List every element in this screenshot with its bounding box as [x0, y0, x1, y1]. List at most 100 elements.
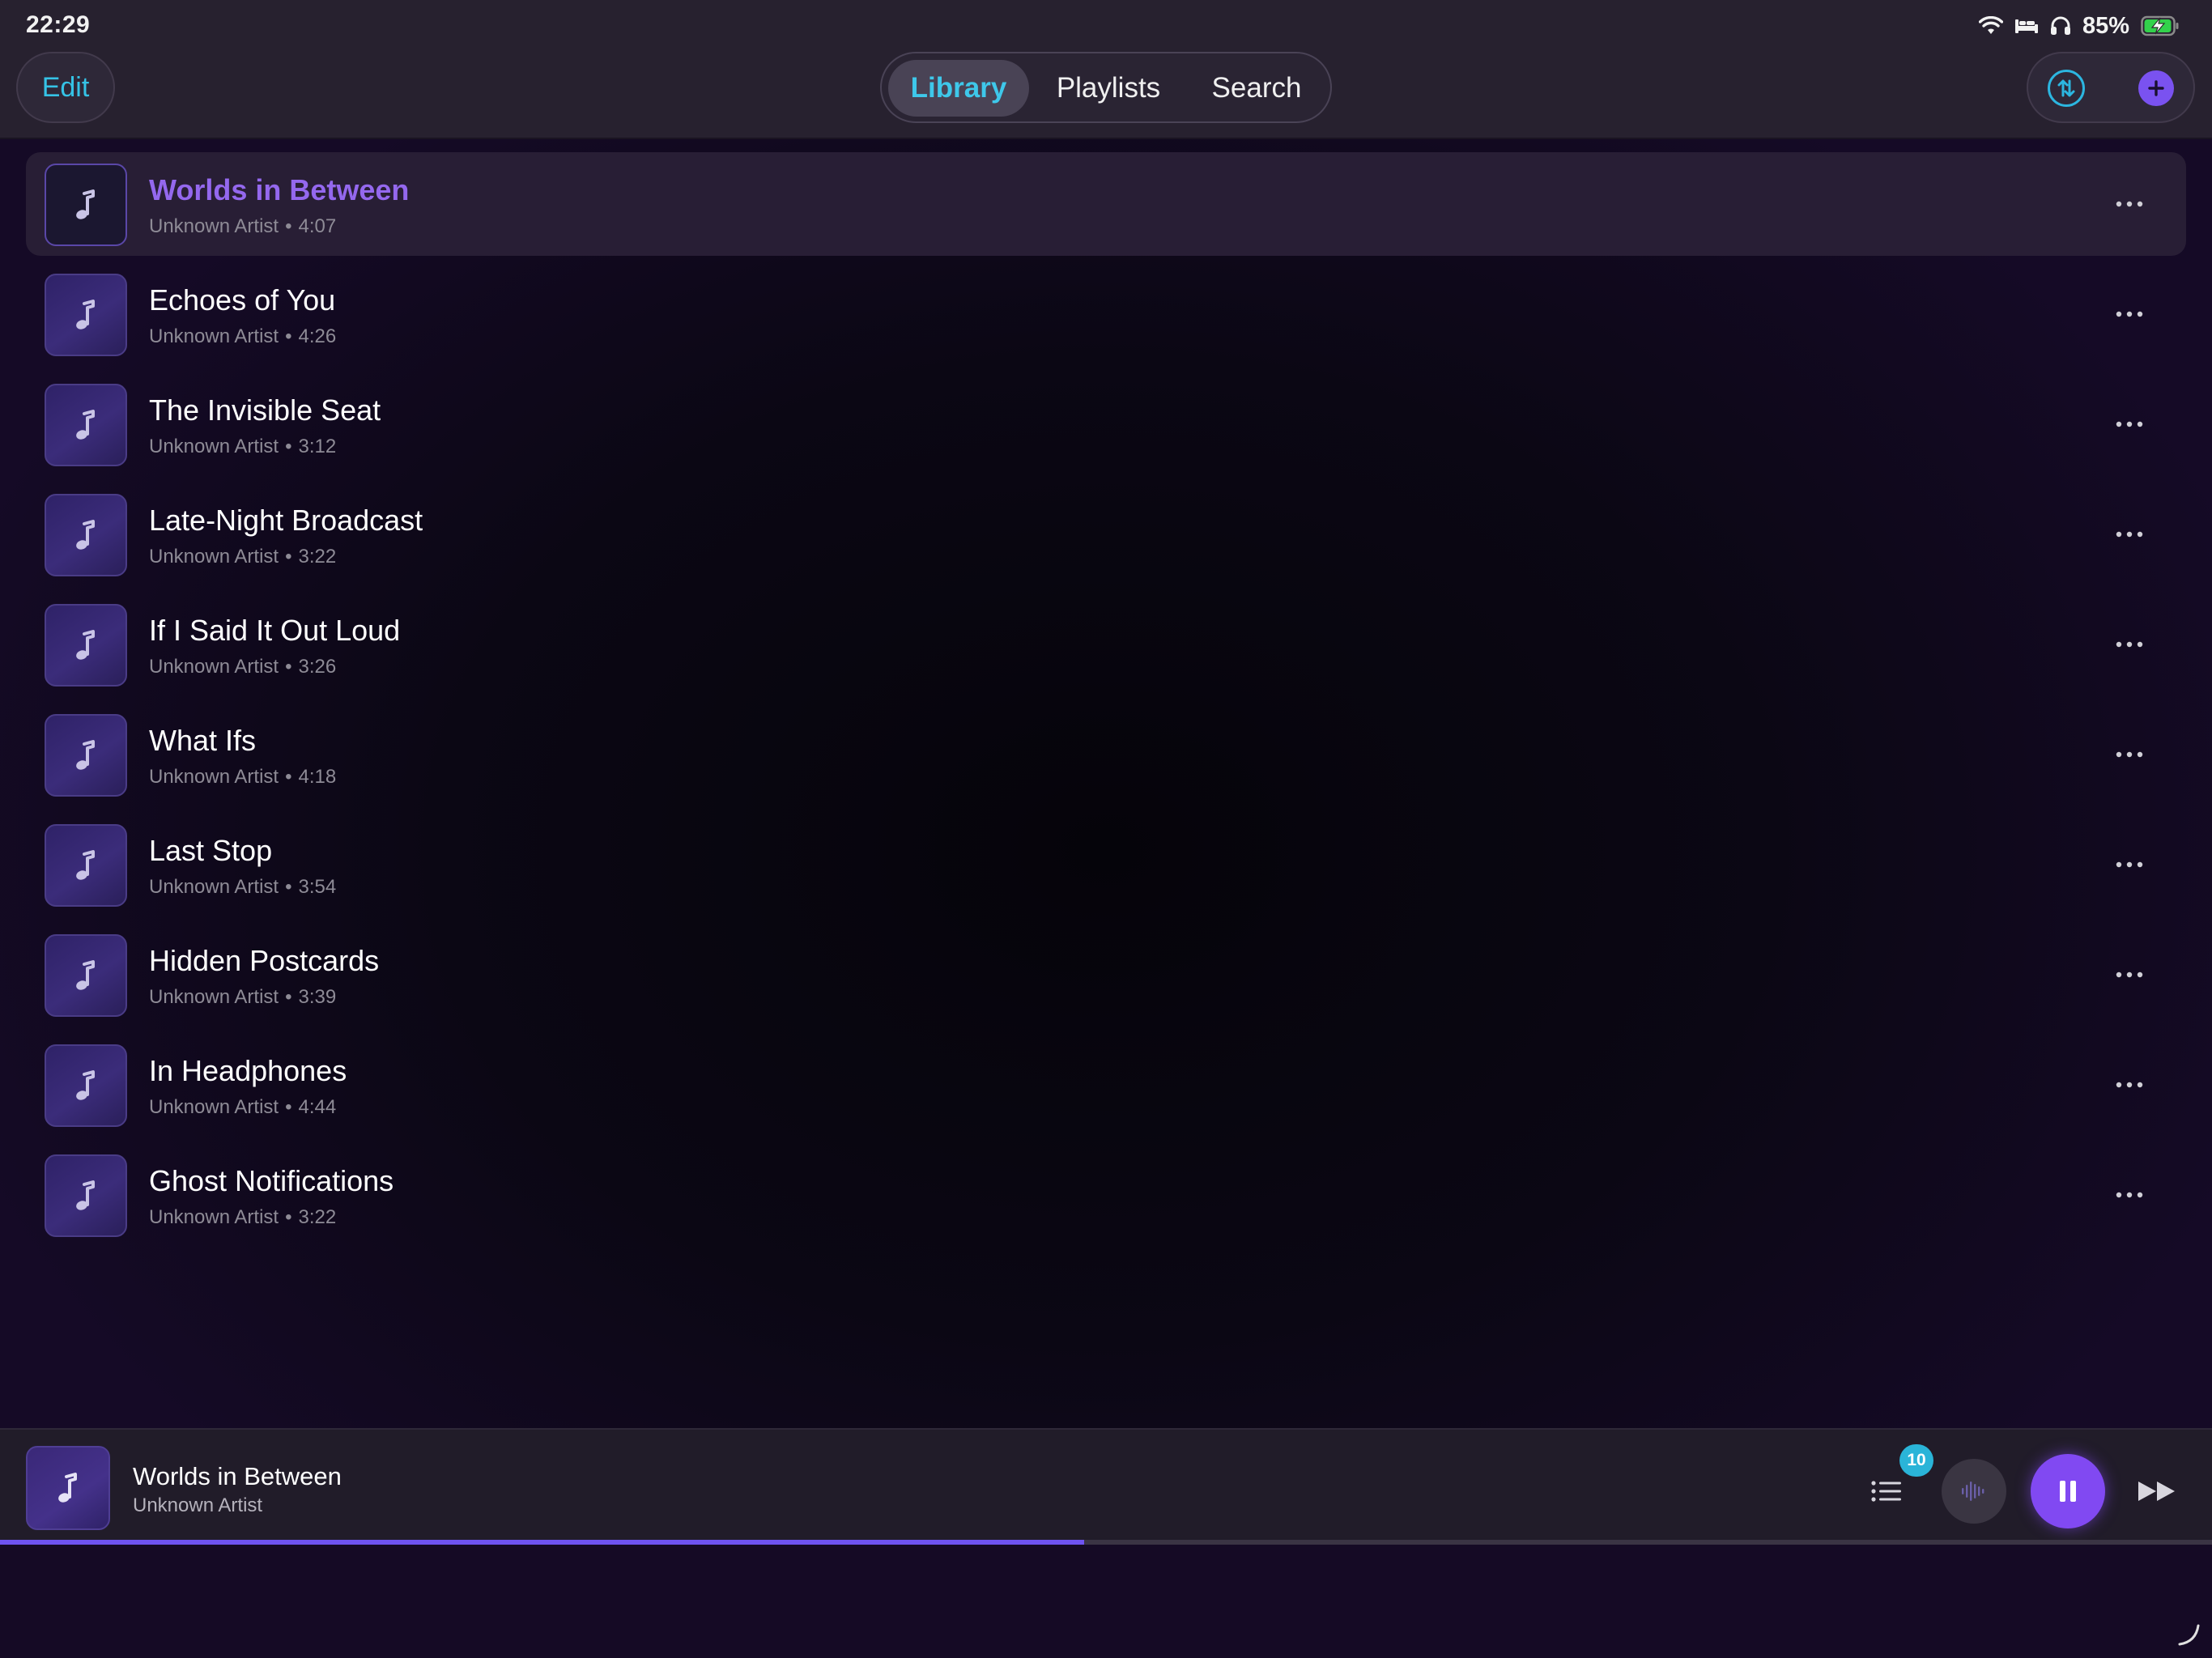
track-meta: Unknown Artist • 4:26 [149, 325, 336, 348]
meta-separator: • [285, 546, 292, 568]
track-row[interactable]: What Ifs Unknown Artist • 4:18 [0, 699, 2212, 810]
track-duration: 3:39 [298, 986, 337, 1008]
mini-player[interactable]: Worlds in Between Unknown Artist 10 [0, 1428, 2212, 1541]
track-artwork [45, 604, 127, 687]
track-title: Hidden Postcards [149, 944, 380, 977]
music-note-icon [76, 1180, 95, 1210]
ellipsis-icon [2116, 1082, 2143, 1088]
track-artist: Unknown Artist [149, 215, 279, 237]
meta-separator: • [285, 436, 292, 457]
music-note-icon [76, 410, 95, 440]
waveform-icon [1962, 1482, 1984, 1501]
list-icon [1871, 1481, 1901, 1502]
sort-arrows-icon [2057, 79, 2075, 97]
skip-forward-button[interactable] [2136, 1477, 2178, 1506]
music-note-icon [76, 630, 95, 660]
track-title: Echoes of You [149, 283, 336, 317]
track-artwork [45, 494, 127, 576]
meta-separator: • [285, 215, 292, 237]
track-artwork [45, 164, 127, 246]
track-meta: Unknown Artist • 3:39 [149, 986, 336, 1009]
ellipsis-icon [2116, 311, 2143, 317]
track-meta: Unknown Artist • 4:44 [149, 1096, 336, 1119]
track-row[interactable]: Echoes of You Unknown Artist • 4:26 [0, 259, 2212, 369]
ellipsis-icon [2116, 751, 2143, 758]
now-playing-title[interactable]: Worlds in Between [133, 1462, 342, 1491]
track-row[interactable]: Worlds in Between Unknown Artist • 4:07 [0, 149, 2212, 259]
track-artist: Unknown Artist [149, 436, 279, 457]
now-playing-artwork[interactable] [26, 1446, 110, 1530]
track-artwork [45, 384, 127, 466]
track-duration: 4:44 [298, 1096, 337, 1118]
track-row[interactable]: Late-Night Broadcast Unknown Artist • 3:22 [0, 479, 2212, 589]
pause-icon [2060, 1481, 2076, 1502]
music-note-icon [76, 740, 95, 770]
pause-button[interactable] [2031, 1454, 2105, 1528]
meta-separator: • [285, 766, 292, 788]
track-duration: 4:07 [298, 215, 337, 237]
track-duration: 3:26 [298, 656, 337, 678]
more-options-button[interactable] [2105, 411, 2154, 437]
meta-separator: • [285, 986, 292, 1008]
more-options-button[interactable] [2105, 521, 2154, 547]
track-artist: Unknown Artist [149, 1206, 279, 1228]
more-options-button[interactable] [2105, 301, 2154, 327]
more-options-button[interactable] [2105, 1182, 2154, 1208]
add-button[interactable] [2138, 70, 2174, 106]
tab-playlists[interactable]: Playlists [1037, 60, 1180, 117]
wifi-icon [1978, 16, 2003, 36]
track-meta: Unknown Artist • 3:26 [149, 656, 336, 678]
queue-button[interactable] [1869, 1475, 1904, 1507]
track-duration: 4:18 [298, 766, 337, 788]
track-artist: Unknown Artist [149, 1096, 279, 1118]
tab-search[interactable]: Search [1189, 60, 1324, 117]
track-row[interactable]: If I Said It Out Loud Unknown Artist • 3:2… [0, 589, 2212, 699]
visualizer-button[interactable] [1942, 1459, 2006, 1524]
more-options-button[interactable] [2105, 191, 2154, 217]
view-segmented-control: Library Playlists Search [880, 52, 1332, 123]
track-duration: 3:12 [298, 436, 337, 457]
track-artist: Unknown Artist [149, 546, 279, 568]
track-row[interactable]: The Invisible Seat Unknown Artist • 3:12 [0, 369, 2212, 479]
more-options-button[interactable] [2105, 852, 2154, 878]
track-row[interactable]: Hidden Postcards Unknown Artist • 3:39 [0, 920, 2212, 1030]
track-title: Ghost Notifications [149, 1164, 394, 1197]
track-artwork [45, 1154, 127, 1237]
track-title: Worlds in Between [149, 173, 410, 206]
track-artwork [45, 714, 127, 797]
meta-separator: • [285, 876, 292, 898]
ellipsis-icon [2116, 421, 2143, 427]
more-options-button[interactable] [2105, 1072, 2154, 1098]
music-note-icon [76, 300, 95, 329]
track-row[interactable]: In Headphones Unknown Artist • 4:44 [0, 1030, 2212, 1140]
track-title: The Invisible Seat [149, 393, 381, 427]
track-artwork [45, 274, 127, 356]
meta-separator: • [285, 1206, 292, 1228]
queue-count-badge: 10 [1899, 1444, 1933, 1477]
tab-library[interactable]: Library [888, 60, 1029, 117]
track-title: Last Stop [149, 834, 273, 867]
more-options-button[interactable] [2105, 631, 2154, 657]
track-artist: Unknown Artist [149, 325, 279, 347]
top-bar: 22:29 85% Edit Library Playlists Search [0, 0, 2212, 139]
track-artwork [45, 1044, 127, 1127]
track-title: What Ifs [149, 724, 257, 757]
sort-button[interactable] [2048, 70, 2085, 107]
track-meta: Unknown Artist • 3:54 [149, 876, 336, 899]
track-artwork [45, 934, 127, 1017]
battery-charging-icon [2141, 15, 2180, 36]
music-note-icon [76, 189, 95, 219]
track-title: If I Said It Out Loud [149, 614, 401, 647]
resize-grip-icon[interactable] [2176, 1622, 2201, 1647]
ellipsis-icon [2116, 1192, 2143, 1198]
bed-icon [2014, 16, 2039, 36]
track-row[interactable]: Ghost Notifications Unknown Artist • 3:22 [0, 1140, 2212, 1250]
track-artwork [45, 824, 127, 907]
track-row[interactable]: Last Stop Unknown Artist • 3:54 [0, 810, 2212, 920]
ellipsis-icon [2116, 201, 2143, 207]
status-time: 22:29 [26, 11, 91, 38]
more-options-button[interactable] [2105, 962, 2154, 988]
edit-button[interactable]: Edit [16, 52, 115, 123]
more-options-button[interactable] [2105, 742, 2154, 767]
track-title: In Headphones [149, 1054, 347, 1087]
